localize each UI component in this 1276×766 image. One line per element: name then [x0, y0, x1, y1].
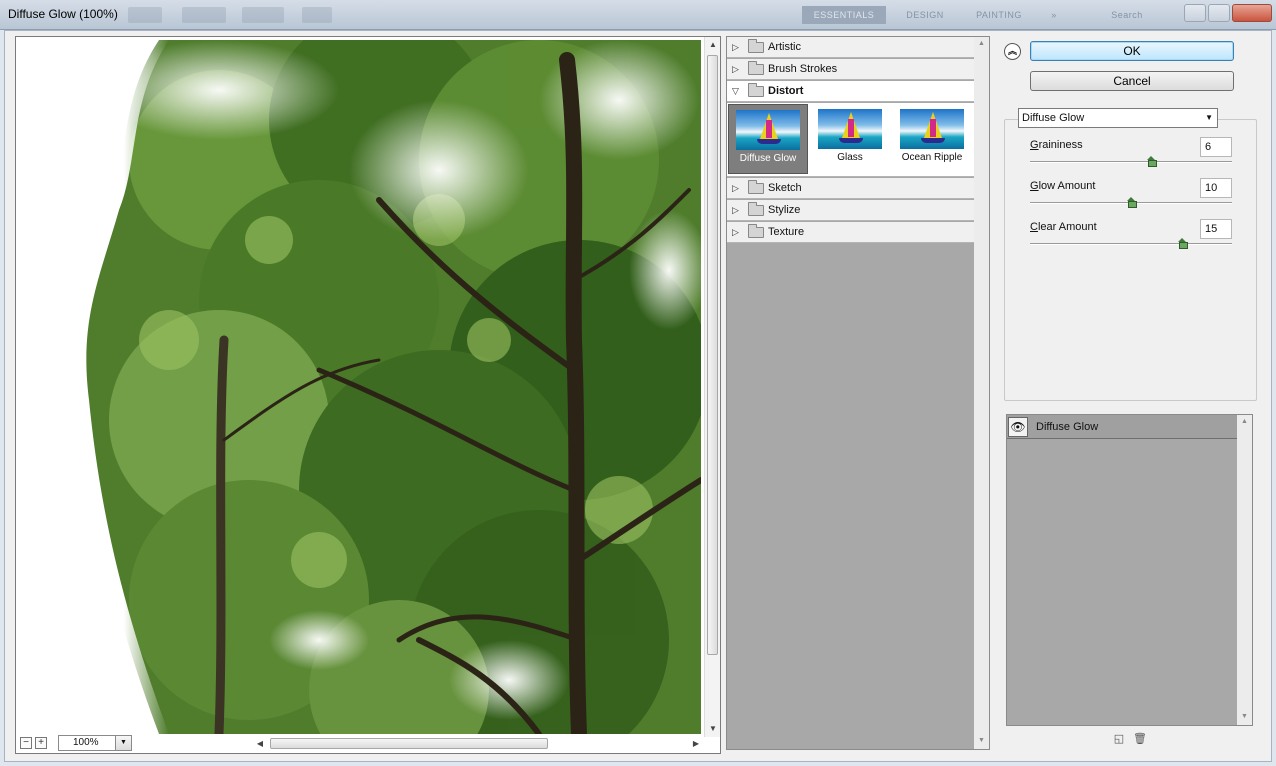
clear-amount-label: Clear Amount — [1030, 221, 1097, 233]
sailboat-thumbnail — [736, 110, 800, 150]
filter-select-value: Diffuse Glow — [1022, 112, 1085, 124]
expand-triangle-icon[interactable]: ▷ — [732, 42, 742, 53]
clear-amount-input[interactable]: 15 — [1200, 219, 1232, 239]
chevron-down-icon[interactable]: ▼ — [115, 736, 131, 750]
close-button[interactable] — [1232, 4, 1272, 22]
category-label: Artistic — [768, 41, 801, 53]
workspace-tab-essentials[interactable]: ESSENTIALS — [802, 6, 886, 24]
preview-hscroll-thumb[interactable] — [270, 738, 548, 749]
filter-select[interactable]: Diffuse Glow ▼ — [1018, 108, 1218, 128]
glow-amount-slider-knob[interactable] — [1127, 197, 1137, 208]
expand-triangle-icon[interactable]: ▷ — [732, 205, 742, 216]
ps-search[interactable]: Search — [1092, 6, 1162, 24]
preview-image[interactable] — [19, 40, 701, 734]
category-label: Stylize — [768, 204, 801, 216]
ps-bar-screen-icon — [302, 7, 332, 23]
ps-bar-arrange-icon — [242, 7, 284, 23]
category-sketch[interactable]: ▷ Sketch — [727, 178, 974, 199]
effect-layers-list: 👁 Diffuse Glow ▲ ▼ — [1006, 414, 1253, 726]
filter-category-list: ▷ Artistic ▷ Brush Strokes ▽ Distort Dif… — [726, 36, 990, 750]
scroll-down-arrow-icon[interactable]: ▼ — [974, 734, 989, 748]
new-effect-layer-icon[interactable]: ◱ — [1113, 733, 1125, 745]
chevron-double-up-icon[interactable]: ︽ — [1004, 43, 1021, 60]
preview-vscroll-thumb[interactable] — [707, 55, 718, 655]
sailboat-thumbnail — [900, 109, 964, 149]
zoom-value: 100% — [73, 737, 99, 748]
category-label: Distort — [768, 85, 804, 97]
zoom-out-button[interactable]: − — [20, 737, 32, 749]
window-controls — [1184, 4, 1272, 24]
preview-vertical-scrollbar[interactable]: ▲ ▼ — [704, 37, 720, 737]
collapse-triangle-icon[interactable]: ▽ — [732, 86, 742, 97]
clear-amount-slider-track[interactable] — [1030, 243, 1232, 245]
category-texture[interactable]: ▷ Texture — [727, 222, 974, 243]
graininess-label: Graininess — [1030, 139, 1083, 151]
trash-icon[interactable]: 🗑 — [1133, 733, 1147, 745]
tree-photo — [19, 40, 701, 734]
zoom-dropdown[interactable]: 100% ▼ — [58, 735, 132, 751]
scroll-left-arrow-icon[interactable]: ◀ — [252, 736, 268, 752]
chevron-down-icon[interactable]: ▼ — [1205, 109, 1213, 127]
expand-triangle-icon[interactable]: ▷ — [732, 227, 742, 238]
filter-list-scrollbar[interactable]: ▲ ▼ — [974, 37, 989, 749]
filter-thumb-ocean-ripple[interactable]: Ocean Ripple — [892, 104, 972, 174]
effect-layer-row[interactable]: 👁 Diffuse Glow — [1007, 415, 1238, 439]
scroll-down-arrow-icon[interactable]: ▼ — [705, 721, 721, 737]
category-artistic[interactable]: ▷ Artistic — [727, 37, 974, 58]
scroll-down-arrow-icon[interactable]: ▼ — [1237, 710, 1252, 724]
scroll-right-arrow-icon[interactable]: ▶ — [688, 736, 704, 752]
folder-icon — [748, 60, 764, 75]
distort-thumbnails: Diffuse Glow Glass Ocean Ripple — [727, 103, 974, 177]
scroll-up-arrow-icon[interactable]: ▲ — [974, 37, 989, 51]
scroll-up-arrow-icon[interactable]: ▲ — [705, 37, 721, 53]
filter-thumb-label: Ocean Ripple — [901, 152, 963, 163]
workspace-tab-design[interactable]: DESIGN — [894, 6, 956, 24]
window-title: Diffuse Glow (100%) — [8, 7, 118, 21]
category-distort[interactable]: ▽ Distort — [727, 81, 974, 102]
ok-button[interactable]: OK — [1030, 41, 1234, 61]
graininess-slider-knob[interactable] — [1147, 156, 1158, 167]
ps-bar-zoom-icon — [182, 7, 226, 23]
category-label: Brush Strokes — [768, 63, 838, 75]
layer-tools: ◱ 🗑 — [1113, 733, 1147, 745]
filter-gallery-dialog: ▲ ▼ ◀ ▶ − + 100% ▼ ▷ Artistic ▷ Brush St… — [4, 30, 1272, 762]
filter-thumb-diffuse-glow[interactable]: Diffuse Glow — [728, 104, 808, 174]
zoom-in-button[interactable]: + — [35, 737, 47, 749]
preview-horizontal-scrollbar[interactable]: ◀ ▶ — [252, 736, 704, 752]
filter-thumb-label: Glass — [837, 152, 863, 163]
maximize-button[interactable] — [1208, 4, 1230, 22]
expand-triangle-icon[interactable]: ▷ — [732, 183, 742, 194]
category-brush-strokes[interactable]: ▷ Brush Strokes — [727, 59, 974, 80]
filter-thumb-glass[interactable]: Glass — [810, 104, 890, 174]
folder-icon — [748, 223, 764, 238]
eye-icon[interactable]: 👁 — [1008, 416, 1028, 437]
category-stylize[interactable]: ▷ Stylize — [727, 200, 974, 221]
category-label: Sketch — [768, 182, 802, 194]
cancel-button[interactable]: Cancel — [1030, 71, 1234, 91]
expand-triangle-icon[interactable]: ▷ — [732, 64, 742, 75]
glow-amount-label: Glow Amount — [1030, 180, 1096, 192]
open-folder-icon — [748, 82, 764, 97]
title-bar: Diffuse Glow (100%) ESSENTIALS DESIGN PA… — [0, 0, 1276, 30]
scroll-up-arrow-icon[interactable]: ▲ — [1237, 415, 1252, 429]
clear-amount-slider-knob[interactable] — [1177, 238, 1188, 249]
glow-amount-input[interactable]: 10 — [1200, 178, 1232, 198]
category-label: Texture — [768, 226, 805, 238]
folder-icon — [748, 201, 764, 216]
folder-icon — [748, 179, 764, 194]
preview-frame: ▲ ▼ ◀ ▶ − + 100% ▼ — [15, 36, 721, 754]
sailboat-thumbnail — [818, 109, 882, 149]
filter-thumb-label: Diffuse Glow — [739, 153, 797, 164]
folder-icon — [748, 38, 764, 53]
minimize-button[interactable] — [1184, 4, 1206, 22]
layers-scrollbar[interactable]: ▲ ▼ — [1237, 415, 1252, 725]
ps-bar-launch-icon — [128, 7, 162, 23]
graininess-input[interactable]: 6 — [1200, 137, 1232, 157]
workspace-tab-more[interactable]: » — [1042, 6, 1066, 24]
graininess-slider-track[interactable] — [1030, 161, 1232, 163]
workspace-tab-painting[interactable]: PAINTING — [962, 6, 1036, 24]
zoom-controls: − + 100% ▼ — [20, 733, 132, 753]
effect-layer-label: Diffuse Glow — [1036, 420, 1099, 433]
